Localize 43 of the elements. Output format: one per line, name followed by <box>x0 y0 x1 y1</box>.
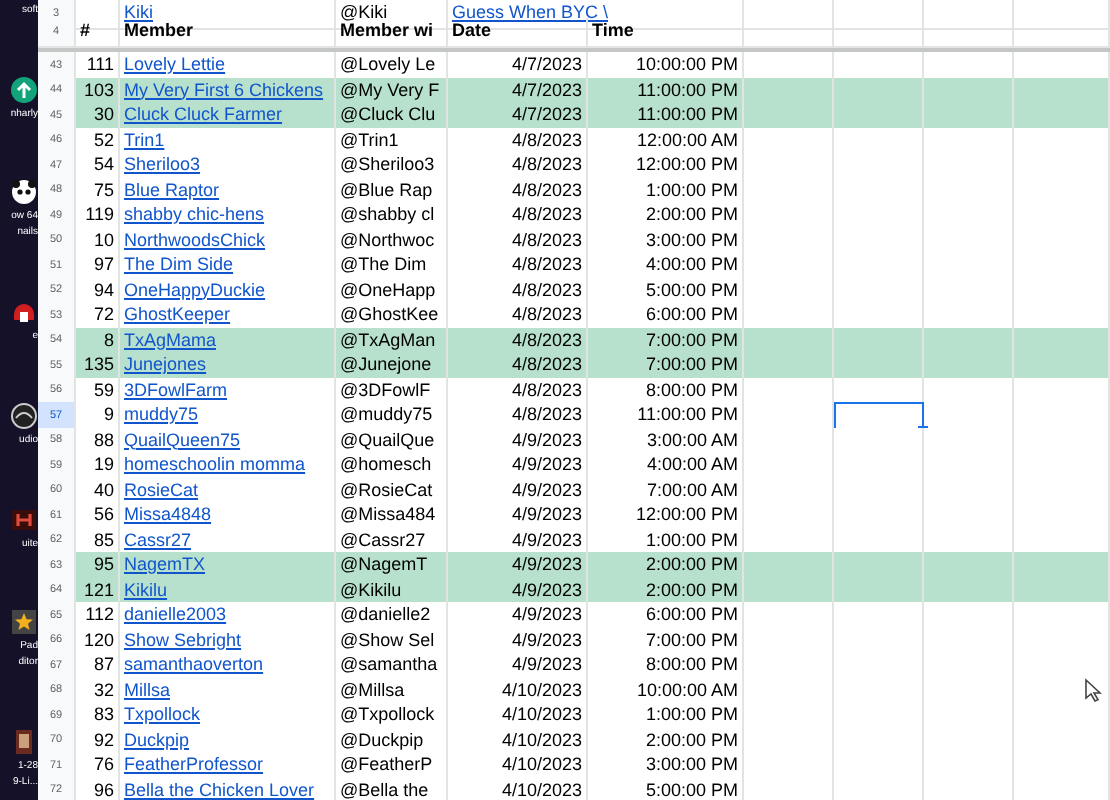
member-link[interactable]: Show Sebright <box>124 627 242 654</box>
member-link[interactable]: Blue Raptor <box>124 177 220 204</box>
empty-cell[interactable] <box>924 0 1014 29</box>
member-link[interactable]: NorthwoodsChick <box>124 227 266 254</box>
member-link[interactable]: Junejones <box>124 352 207 379</box>
member-link[interactable]: muddy75 <box>124 402 199 429</box>
member-link[interactable]: Lovely Lettie <box>124 52 226 79</box>
member-link[interactable]: My Very First 6 Chickens <box>124 77 324 104</box>
member-link[interactable]: GhostKeeper <box>124 302 231 329</box>
empty-cell[interactable] <box>1014 0 1110 29</box>
member-link[interactable]: Txpollock <box>124 702 201 729</box>
audio-app-icon[interactable] <box>10 401 38 430</box>
panda-icon[interactable] <box>10 178 38 207</box>
member-link[interactable]: The Dim Side <box>124 252 234 279</box>
member-link[interactable]: Cluck Cluck Farmer <box>124 102 283 129</box>
empty-cell[interactable] <box>744 0 834 29</box>
table-cell: 96 <box>76 777 120 800</box>
member-link[interactable]: Sheriloo3 <box>124 152 201 179</box>
member-link[interactable]: TxAgMama <box>124 327 217 354</box>
member-link[interactable]: homeschoolin momma <box>124 452 306 479</box>
member-link[interactable]: 3DFowlFarm <box>124 377 228 404</box>
member-link[interactable]: Bella the Chicken Lover <box>124 777 315 800</box>
empty-cell[interactable] <box>834 0 924 29</box>
member-link[interactable]: OneHappyDuckie <box>124 277 266 304</box>
file-icon[interactable] <box>10 727 38 756</box>
member-link[interactable]: FeatherProfessor <box>124 752 264 779</box>
member-link[interactable]: danielle2003 <box>124 602 227 629</box>
table-cell: @Bella the <box>336 777 448 800</box>
table-cell: 5:00:00 PM <box>588 777 744 800</box>
member-link[interactable]: Millsa <box>124 677 171 704</box>
member-link[interactable]: RosieCat <box>124 477 199 504</box>
member-link[interactable]: shabby chic-hens <box>124 202 265 229</box>
member-link[interactable]: samanthaoverton <box>124 652 264 679</box>
member-link[interactable]: Kikilu <box>124 577 168 604</box>
member-link[interactable]: Trin1 <box>124 127 165 154</box>
member-link[interactable]: NagemTX <box>124 552 206 579</box>
app-icon[interactable] <box>10 75 38 104</box>
member-link[interactable]: Cassr27 <box>124 527 192 554</box>
member-link[interactable]: QuailQueen75 <box>124 427 241 454</box>
member-link[interactable]: Missa4848 <box>124 502 212 529</box>
star-icon[interactable] <box>10 608 38 637</box>
member-link[interactable]: Duckpip <box>124 727 190 754</box>
table-cell: 4/10/2023 <box>448 777 588 800</box>
